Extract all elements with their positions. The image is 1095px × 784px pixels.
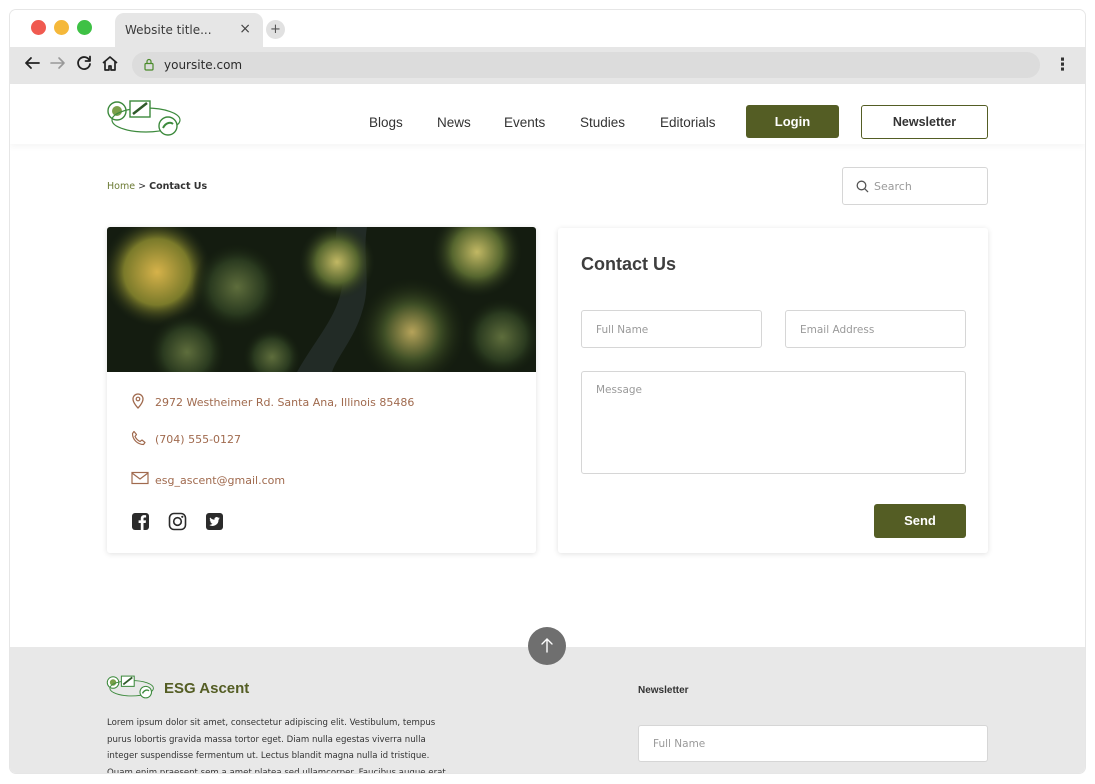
- footer: ESG Ascent Lorem ipsum dolor sit amet, c…: [10, 647, 1085, 773]
- email-text[interactable]: esg_ascent@gmail.com: [155, 474, 285, 487]
- send-button[interactable]: Send: [874, 504, 966, 538]
- back-icon[interactable]: [23, 54, 41, 77]
- footer-about-text: Lorem ipsum dolor sit amet, consectetur …: [107, 715, 462, 773]
- search-placeholder: Search: [874, 180, 912, 193]
- newsletter-title: Newsletter: [638, 685, 689, 696]
- breadcrumb-home[interactable]: Home: [107, 181, 135, 192]
- browser-tab[interactable]: Website title... ×: [115, 13, 263, 47]
- about-line: integer suspendisse fermentum ut. Lectus…: [107, 751, 430, 761]
- home-icon[interactable]: [101, 54, 119, 77]
- breadcrumb: Home > Contact Us: [107, 181, 207, 192]
- reload-icon[interactable]: [75, 54, 93, 77]
- tab-close-icon[interactable]: ×: [239, 21, 251, 37]
- twitter-icon[interactable]: [205, 512, 224, 531]
- login-button[interactable]: Login: [746, 105, 839, 138]
- browser-window: Website title... × + yoursite.com ⋮ Blog…: [10, 10, 1085, 773]
- nav-link-events[interactable]: Events: [504, 115, 545, 130]
- newsletter-button[interactable]: Newsletter: [861, 105, 988, 139]
- about-line: Lorem ipsum dolor sit amet, consectetur …: [107, 718, 436, 728]
- breadcrumb-current: Contact Us: [149, 181, 208, 192]
- facebook-icon[interactable]: [131, 512, 150, 531]
- arrow-up-icon: [541, 638, 553, 653]
- breadcrumb-separator: >: [138, 181, 147, 192]
- about-line: purus lobortis gravida massa tortor eget…: [107, 734, 426, 745]
- location-pin-icon: [132, 393, 144, 409]
- address-text: 2972 Westheimer Rd. Santa Ana, Illinois …: [155, 396, 415, 409]
- address-bar[interactable]: yoursite.com: [132, 52, 1040, 78]
- nav-link-news[interactable]: News: [437, 115, 471, 130]
- lock-icon: [144, 58, 154, 71]
- mail-icon: [131, 471, 149, 485]
- phone-icon: [131, 430, 146, 446]
- forest-image: [107, 227, 536, 372]
- browser-toolbar: yoursite.com ⋮: [10, 47, 1085, 84]
- site-header: Blogs News Events Studies Editorials Log…: [10, 84, 1085, 144]
- maximize-window-button[interactable]: [77, 20, 92, 35]
- contact-form-card: Contact Us Full Name Email Address Messa…: [558, 228, 988, 553]
- tab-title: Website title...: [125, 23, 212, 37]
- footer-brand-name: ESG Ascent: [164, 680, 250, 697]
- scroll-to-top-button[interactable]: [528, 627, 566, 665]
- contact-info-card: 2972 Westheimer Rd. Santa Ana, Illinois …: [107, 227, 536, 553]
- phone-text[interactable]: (704) 555-0127: [155, 433, 241, 446]
- nav-link-blogs[interactable]: Blogs: [369, 115, 403, 130]
- nav-link-studies[interactable]: Studies: [580, 115, 625, 130]
- form-title: Contact Us: [581, 254, 677, 274]
- message-field[interactable]: Message: [581, 371, 966, 474]
- minimize-window-button[interactable]: [54, 20, 69, 35]
- browser-menu-icon[interactable]: ⋮: [1054, 55, 1071, 75]
- logo[interactable]: [106, 98, 184, 138]
- instagram-icon[interactable]: [168, 512, 187, 531]
- footer-logo[interactable]: [106, 672, 156, 702]
- newsletter-name-field[interactable]: Full Name: [638, 725, 988, 762]
- browser-titlebar: Website title... × +: [10, 10, 1085, 47]
- search-input[interactable]: Search: [842, 167, 988, 205]
- forward-icon[interactable]: [49, 54, 67, 77]
- new-tab-button[interactable]: +: [266, 20, 285, 39]
- full-name-field[interactable]: Full Name: [581, 310, 762, 348]
- about-line: Quam enim praesent sem a amet platea sed…: [107, 767, 446, 774]
- search-icon: [856, 180, 869, 193]
- url-text: yoursite.com: [164, 58, 243, 72]
- nav-link-editorials[interactable]: Editorials: [660, 115, 716, 130]
- close-window-button[interactable]: [31, 20, 46, 35]
- email-field[interactable]: Email Address: [785, 310, 966, 348]
